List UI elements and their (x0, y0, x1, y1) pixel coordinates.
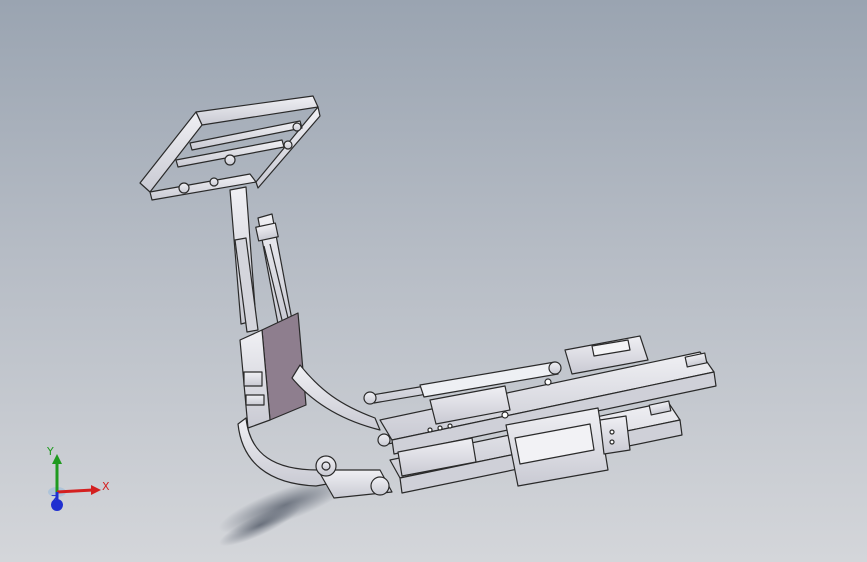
3d-model-view[interactable] (0, 0, 867, 562)
z-axis-label: Z (51, 493, 59, 506)
x-axis-arrow (91, 485, 101, 495)
x-axis-line (56, 488, 94, 494)
graphics-viewport[interactable]: Y X Z (0, 0, 867, 562)
y-axis-label: Y (47, 445, 54, 458)
x-axis-label: X (102, 480, 110, 493)
lower-curved-boom[interactable] (237, 417, 393, 499)
top-frame[interactable] (139, 95, 321, 201)
vertical-mast[interactable] (229, 186, 293, 333)
